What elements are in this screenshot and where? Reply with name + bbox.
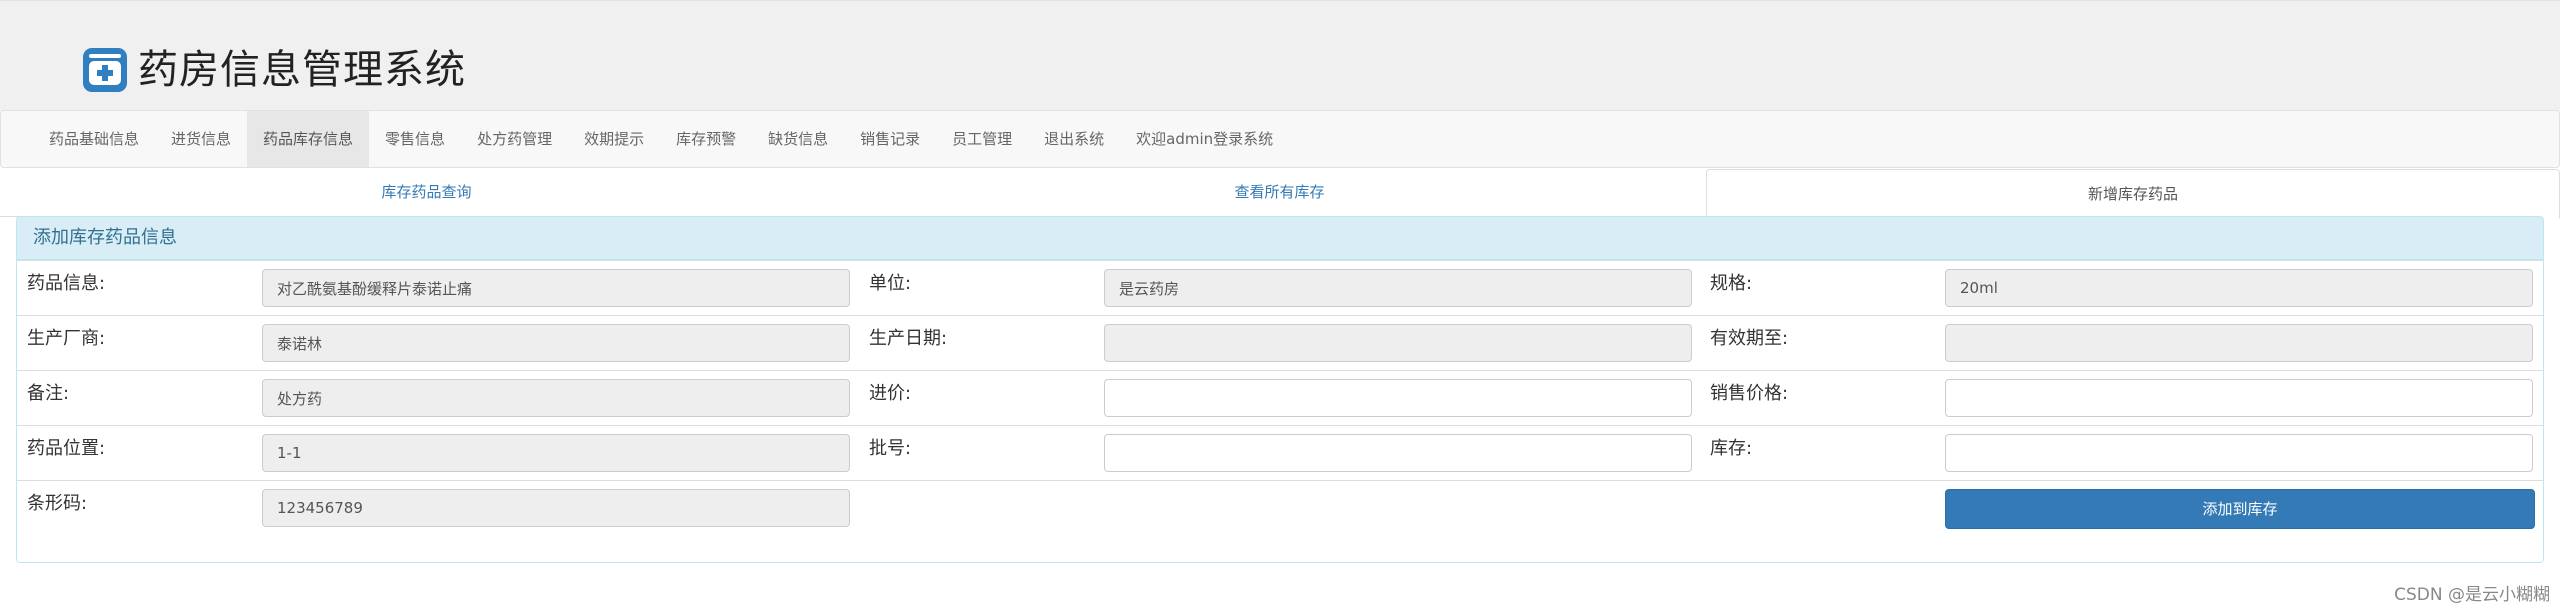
form-row: 生产厂商: 生产日期: 有效期至: (17, 315, 2543, 371)
nav-item-retail-info[interactable]: 零售信息 (369, 111, 461, 167)
nav-item-staff[interactable]: 员工管理 (936, 111, 1028, 167)
nav-item-welcome[interactable]: 欢迎admin登录系统 (1120, 111, 1289, 167)
spec-field[interactable] (1945, 269, 2533, 307)
add-to-stock-button[interactable]: 添加到库存 (1945, 489, 2535, 529)
manufacturer-field[interactable] (262, 324, 850, 362)
unit-field[interactable] (1104, 269, 1692, 307)
manufacturer-label: 生产厂商: (27, 328, 106, 349)
stock-tabs: 库存药品查询 查看所有库存 新增库存药品 (0, 168, 2560, 219)
remark-field[interactable] (262, 379, 850, 417)
purchase-price-field[interactable] (1104, 379, 1692, 417)
nav-item-prescription[interactable]: 处方药管理 (461, 111, 568, 167)
tab-all-stock[interactable]: 查看所有库存 (853, 168, 1706, 216)
nav-item-sales-record[interactable]: 销售记录 (844, 111, 936, 167)
nav-item-out-of-stock[interactable]: 缺货信息 (752, 111, 844, 167)
stock-label: 库存: (1710, 438, 1753, 459)
form-row: 药品位置: 批号: 库存: (17, 425, 2543, 481)
app-header: 药房信息管理系统 (0, 0, 2560, 111)
nav-item-logout[interactable]: 退出系统 (1028, 111, 1120, 167)
spec-label: 规格: (1710, 273, 1753, 294)
purchase-price-label: 进价: (869, 383, 912, 404)
nav-item-expiry-alert[interactable]: 效期提示 (568, 111, 660, 167)
drug-info-field[interactable] (262, 269, 850, 307)
panel-heading: 添加库存药品信息 (17, 217, 2543, 260)
main-navbar: 药品基础信息 进货信息 药品库存信息 零售信息 处方药管理 效期提示 库存预警 … (0, 110, 2560, 168)
barcode-label: 条形码: (27, 493, 88, 514)
batch-no-label: 批号: (869, 438, 912, 459)
stock-field[interactable] (1945, 434, 2533, 472)
sale-price-label: 销售价格: (1710, 383, 1789, 404)
form-row: 药品信息: 单位: 规格: (17, 260, 2543, 316)
watermark: CSDN @是云小糊糊 (2394, 585, 2550, 605)
app-title: 药房信息管理系统 (138, 47, 466, 93)
tab-stock-query[interactable]: 库存药品查询 (0, 168, 853, 216)
location-label: 药品位置: (27, 438, 106, 459)
sale-price-field[interactable] (1945, 379, 2533, 417)
drug-info-label: 药品信息: (27, 273, 106, 294)
location-field[interactable] (262, 434, 850, 472)
expiry-date-label: 有效期至: (1710, 328, 1789, 349)
medkit-icon (83, 48, 127, 92)
add-stock-panel: 添加库存药品信息 药品信息: 单位: 规格: 生产厂商: 生产日期: 有效期至:… (16, 216, 2544, 563)
form-row: 条形码: 添加到库存 (17, 480, 2543, 536)
nav-item-drug-basic-info[interactable]: 药品基础信息 (33, 111, 155, 167)
production-date-field[interactable] (1104, 324, 1692, 362)
logo: 药房信息管理系统 (80, 45, 466, 95)
expiry-date-field[interactable] (1945, 324, 2533, 362)
remark-label: 备注: (27, 383, 70, 404)
nav-item-drug-stock-info[interactable]: 药品库存信息 (247, 111, 370, 167)
production-date-label: 生产日期: (869, 328, 948, 349)
form-row: 备注: 进价: 销售价格: (17, 370, 2543, 426)
unit-label: 单位: (869, 273, 912, 294)
nav-item-stock-warning[interactable]: 库存预警 (660, 111, 752, 167)
batch-no-field[interactable] (1104, 434, 1692, 472)
barcode-field[interactable] (262, 489, 850, 527)
tab-add-stock[interactable]: 新增库存药品 (1706, 169, 2560, 219)
nav-item-purchase-info[interactable]: 进货信息 (155, 111, 247, 167)
